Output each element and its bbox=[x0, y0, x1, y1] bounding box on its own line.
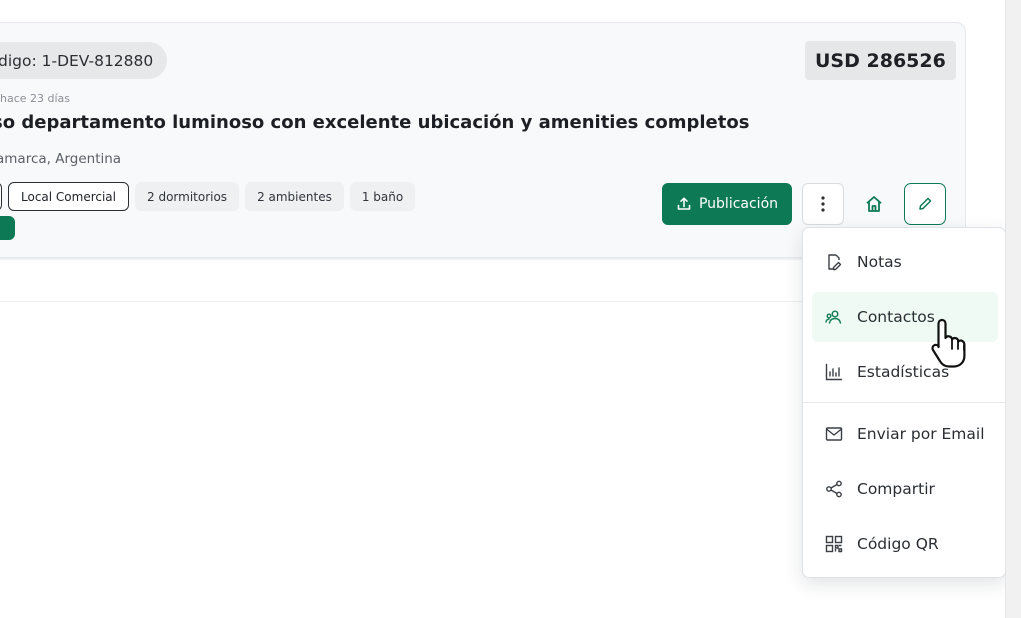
posted-ago: hace 23 días bbox=[0, 92, 71, 105]
more-options-button[interactable] bbox=[802, 183, 844, 225]
menu-separator bbox=[803, 402, 1005, 403]
menu-item-label: Contactos bbox=[857, 308, 935, 326]
status-badge bbox=[0, 216, 15, 240]
property-code-badge: digo: 1-DEV-812880 bbox=[0, 42, 168, 79]
listing-location: amarca, Argentina bbox=[0, 151, 122, 167]
publish-button-label: Publicación bbox=[698, 196, 779, 212]
options-dropdown-menu: Notas Contactos Estadísticas Enviar por … bbox=[802, 227, 1006, 578]
note-edit-icon bbox=[823, 251, 845, 273]
menu-item-label: Enviar por Email bbox=[857, 425, 985, 443]
scrollbar[interactable] bbox=[1005, 0, 1021, 618]
qr-code-icon bbox=[823, 533, 845, 555]
edit-button[interactable] bbox=[904, 183, 946, 225]
pencil-icon bbox=[917, 196, 933, 212]
price-text: USD 286526 bbox=[815, 49, 946, 72]
price-badge: USD 286526 bbox=[805, 41, 956, 80]
vertical-dots-icon bbox=[820, 195, 826, 213]
home-icon bbox=[864, 194, 884, 214]
menu-item-notes[interactable]: Notas bbox=[812, 237, 998, 287]
property-code-text: digo: 1-DEV-812880 bbox=[0, 51, 154, 70]
tag-bathrooms: 1 baño bbox=[349, 182, 416, 211]
menu-item-label: Código QR bbox=[857, 535, 939, 553]
page: digo: 1-DEV-812880 USD 286526 hace 23 dí… bbox=[0, 0, 1021, 618]
tag-property-type: Local Comercial bbox=[8, 182, 129, 211]
publish-button[interactable]: Publicación bbox=[662, 183, 792, 225]
tag-bedrooms: 2 dormitorios bbox=[135, 182, 240, 211]
listing-title[interactable]: so departamento luminoso con excelente u… bbox=[0, 112, 749, 133]
users-icon bbox=[823, 306, 845, 328]
menu-item-send-email[interactable]: Enviar por Email bbox=[812, 409, 998, 459]
tag-list: Local Comercial 2 dormitorios 2 ambiente… bbox=[0, 182, 416, 211]
menu-item-label: Compartir bbox=[857, 480, 935, 498]
hand-cursor-icon bbox=[928, 316, 976, 370]
share-icon bbox=[823, 478, 845, 500]
home-button[interactable] bbox=[853, 183, 895, 225]
mail-icon bbox=[823, 423, 845, 445]
menu-item-label: Notas bbox=[857, 253, 902, 271]
upload-icon bbox=[676, 196, 692, 212]
tag-rooms: 2 ambientes bbox=[245, 182, 344, 211]
bar-chart-icon bbox=[823, 361, 845, 383]
menu-item-share[interactable]: Compartir bbox=[812, 464, 998, 514]
menu-item-qr-code[interactable]: Código QR bbox=[812, 519, 998, 569]
tag-partial bbox=[0, 182, 2, 211]
